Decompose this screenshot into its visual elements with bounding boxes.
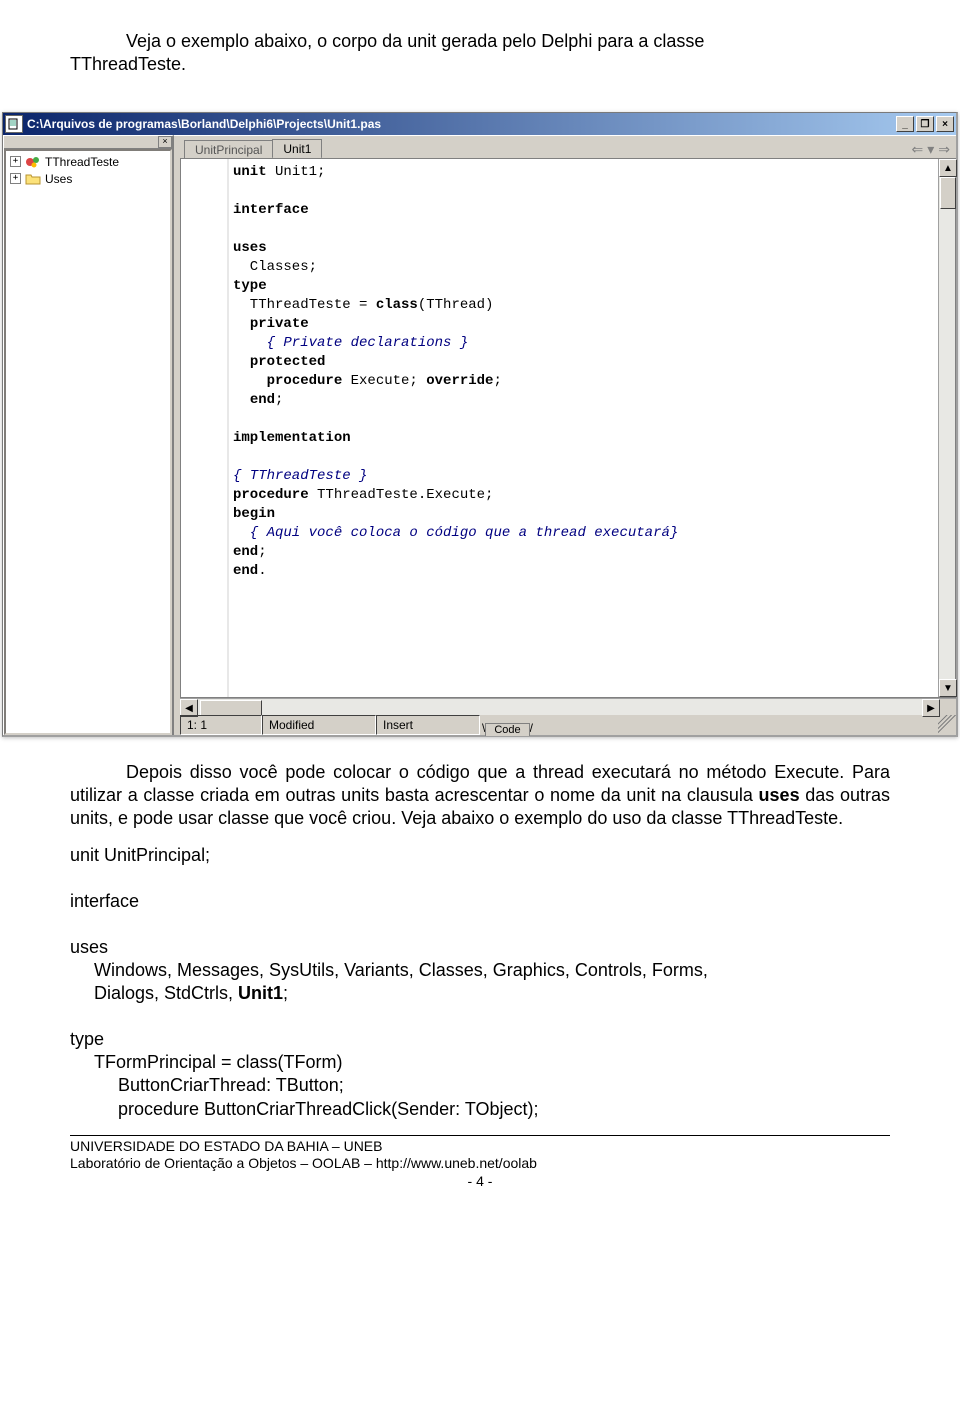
minimize-button[interactable]: _	[896, 116, 914, 132]
tab-unitprincipal[interactable]: UnitPrincipal	[184, 140, 273, 160]
code-line: TFormPrincipal = class(TForm)	[94, 1052, 343, 1072]
restore-button[interactable]: ❐	[916, 116, 934, 132]
tree-item[interactable]: + TThreadTeste	[8, 153, 170, 170]
vertical-scrollbar[interactable]: ▲ ▼	[938, 159, 955, 697]
code-line: uses	[70, 937, 108, 957]
code-line: ButtonCriarThread: TButton;	[118, 1075, 344, 1095]
code-line: type	[70, 1029, 104, 1049]
expand-icon[interactable]: +	[10, 156, 21, 167]
scroll-up-icon[interactable]: ▲	[939, 159, 957, 177]
code-line: Windows, Messages, SysUtils, Variants, C…	[94, 960, 708, 980]
para2-line1: Depois disso você pode colocar o código …	[126, 762, 766, 782]
file-icon	[5, 115, 23, 133]
intro-paragraph: Veja o exemplo abaixo, o corpo da unit g…	[70, 30, 890, 76]
code-unit1-bold: Unit1	[238, 983, 283, 1003]
gears-icon	[25, 155, 41, 169]
footer-separator	[70, 1135, 890, 1136]
folder-icon	[25, 172, 41, 186]
titlebar: C:\Arquivos de programas\Borland\Delphi6…	[3, 113, 956, 135]
scroll-down-icon[interactable]: ▼	[939, 679, 957, 697]
delphi-ide-window: C:\Arquivos de programas\Borland\Delphi6…	[2, 112, 958, 737]
horizontal-scrollbar[interactable]: ◀ ▶	[180, 698, 956, 715]
intro-text-b: TThreadTeste.	[70, 54, 186, 74]
nav-back-icon[interactable]: ⇐	[912, 141, 924, 158]
code-line: interface	[70, 891, 139, 911]
footer-line-2: Laboratório de Orientação a Objetos – OO…	[70, 1155, 890, 1173]
statusbar: 1: 1 Modified Insert \Code/	[180, 715, 956, 735]
paragraph-2: Depois disso você pode colocar o código …	[70, 761, 890, 830]
code-listing: unit UnitPrincipal; interface uses Windo…	[70, 844, 890, 1120]
expand-icon[interactable]: +	[10, 173, 21, 184]
close-button[interactable]: ×	[936, 116, 954, 132]
resize-grip-icon[interactable]	[938, 715, 956, 735]
nav-forward-icon[interactable]: ⇒	[938, 141, 950, 158]
code-editor[interactable]: unit Unit1; interface uses Classes; type…	[229, 159, 938, 697]
panel-close-icon[interactable]: ×	[158, 136, 172, 148]
tree-item-label: TThreadTeste	[45, 155, 119, 169]
intro-text-a: Veja o exemplo abaixo, o corpo da unit g…	[126, 31, 704, 51]
tree-item-label: Uses	[45, 172, 72, 186]
editor-area: UnitPrincipal Unit1 ⇐ ▾ ⇒ unit Unit1; in…	[174, 135, 956, 735]
code-view-tab[interactable]: Code	[485, 723, 529, 736]
window-title: C:\Arquivos de programas\Borland\Delphi6…	[27, 117, 381, 131]
footer-line-1: UNIVERSIDADE DO ESTADO DA BAHIA – UNEB	[70, 1138, 890, 1156]
scroll-thumb[interactable]	[200, 700, 262, 716]
code-line: unit UnitPrincipal;	[70, 845, 210, 865]
page-footer: UNIVERSIDADE DO ESTADO DA BAHIA – UNEB L…	[70, 1138, 890, 1191]
tree-item[interactable]: + Uses	[8, 170, 170, 187]
cursor-position: 1: 1	[180, 715, 262, 735]
project-tree[interactable]: + TThreadTeste + Uses	[4, 149, 172, 735]
gutter	[181, 159, 229, 697]
code-line: Dialogs, StdCtrls,	[94, 983, 238, 1003]
modified-status: Modified	[262, 715, 376, 735]
uses-bold: uses	[759, 785, 800, 805]
code-editor-frame: unit Unit1; interface uses Classes; type…	[180, 158, 956, 698]
code-line: procedure ButtonCriarThreadClick(Sender:…	[118, 1099, 539, 1119]
editor-tabs: UnitPrincipal Unit1 ⇐ ▾ ⇒	[180, 136, 956, 158]
tab-unit1[interactable]: Unit1	[272, 139, 322, 159]
nav-dropdown-icon[interactable]: ▾	[927, 141, 934, 158]
code-line: ;	[283, 983, 288, 1003]
scroll-thumb[interactable]	[940, 177, 956, 209]
project-tree-panel: × + TThreadTeste + Uses	[3, 135, 174, 735]
page-number: - 4 -	[70, 1173, 890, 1191]
insert-mode: Insert	[376, 715, 480, 735]
